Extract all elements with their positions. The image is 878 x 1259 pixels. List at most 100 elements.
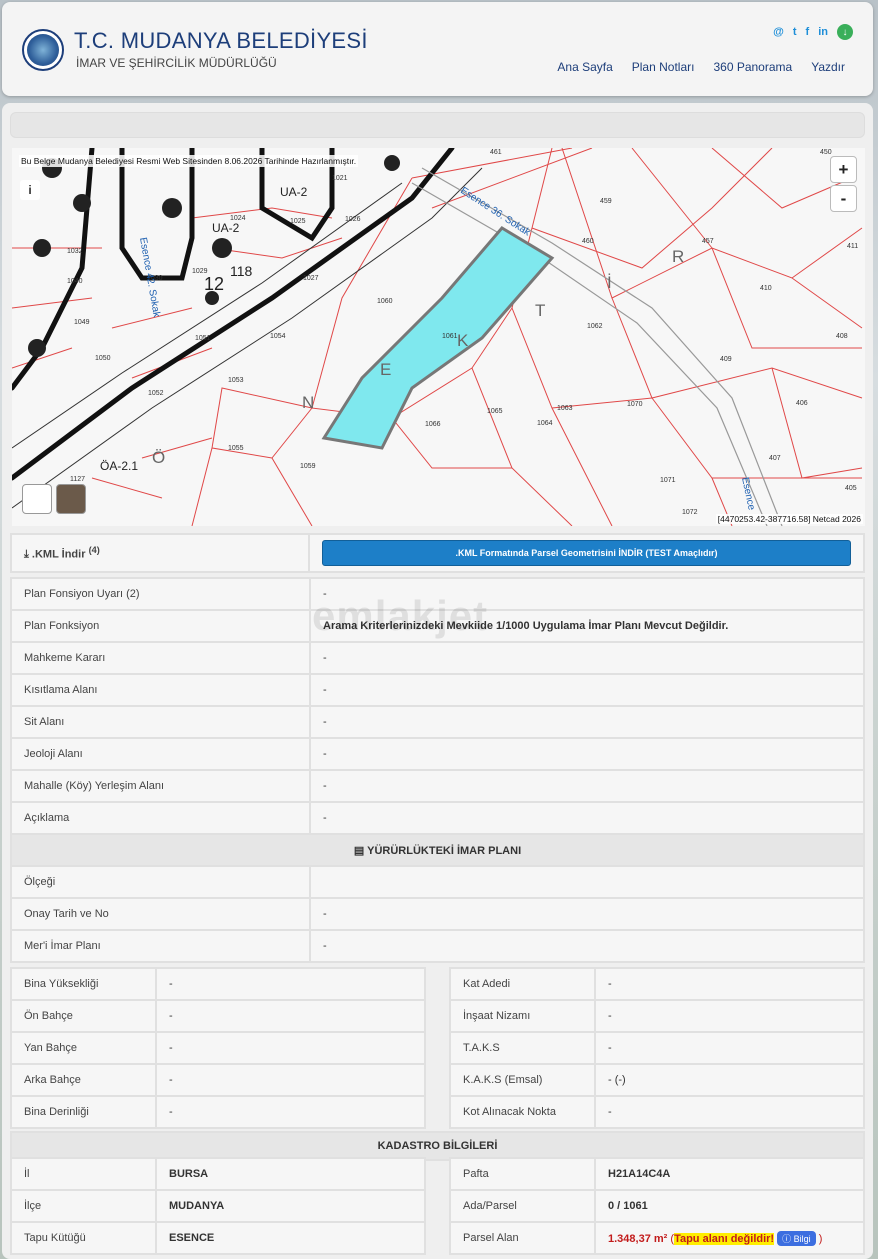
row-label: Pafta: [449, 1157, 596, 1191]
table-row: K.A.K.S (Emsal) - (-): [449, 1063, 865, 1097]
map-label-410: 410: [760, 285, 772, 292]
row-value: H21A14C4A: [594, 1157, 865, 1191]
map-label-409: 409: [720, 356, 732, 363]
row-label: Kısıtlama Alanı: [10, 673, 311, 707]
imar-section-title: YÜRÜRLÜKTEKİ İMAR PLANI: [367, 844, 522, 857]
table-row: Açıklama -: [10, 801, 865, 835]
street-label-esence: Esence: [739, 476, 757, 511]
top-bar: [10, 112, 865, 138]
map-label-1050: 1050: [95, 355, 111, 362]
row-label: Bina Yüksekliği: [10, 967, 157, 1001]
map-label-1127: 1127: [70, 476, 85, 483]
map-label-1054: 1054: [270, 333, 286, 340]
download-icon[interactable]: ↓: [837, 24, 853, 40]
row-label: Ön Bahçe: [10, 999, 157, 1033]
plan-function-value: Arama Kriterlerinizdeki Mevkiide 1/1000 …: [309, 609, 865, 643]
row-label: Kat Adedi: [449, 967, 596, 1001]
map-canvas[interactable]: 461 450 459 460 457 411 410 408 1060 106…: [12, 148, 865, 526]
area-letter-i: İ: [607, 273, 612, 292]
row-value: -: [309, 705, 865, 739]
row-value: -: [155, 1031, 426, 1065]
kadastro-section-row: KADASTRO BİLGİLERİ: [10, 1131, 865, 1161]
table-row: Jeoloji Alanı -: [10, 737, 865, 771]
zoom-in-button[interactable]: +: [830, 156, 857, 183]
map-label-405: 405: [845, 485, 857, 492]
row-value: 0 / 1061: [594, 1189, 865, 1223]
map-label-1064: 1064: [537, 420, 553, 427]
kml-label: .KML İndir: [31, 548, 86, 561]
table-row: Plan Fonksiyon Arama Kriterlerinizdeki Me…: [10, 609, 865, 643]
parcel-area-cell: 1.348,37 m² (Tapu alanı değildir! ⓘ Bilg…: [594, 1221, 865, 1255]
twitter-icon[interactable]: t: [793, 26, 797, 38]
building-table-right: Kat Adedi - İnşaat Nizamı - T.A.K.S - K.A.K…: [449, 967, 865, 1129]
document-note: Bu Belge Mudanya Belediyesi Resmi Web Si…: [19, 155, 359, 167]
site-title[interactable]: T.C. MUDANYA BELEDİYESİ: [74, 28, 368, 54]
bilgi-button[interactable]: ⓘ Bilgi: [777, 1230, 816, 1246]
row-value: MUDANYA: [155, 1189, 426, 1223]
map-label-1021: 1021: [332, 175, 348, 182]
row-value: -: [155, 999, 426, 1033]
kml-download-button[interactable]: .KML Formatında Parsel Geometrisini İNDİ…: [322, 540, 851, 566]
info-icon[interactable]: i: [20, 180, 40, 200]
zoom-out-button[interactable]: -: [830, 185, 857, 212]
table-row: Sit Alanı -: [10, 705, 865, 739]
kadastro-section-title: KADASTRO BİLGİLERİ: [10, 1131, 865, 1161]
zone-label-118: 118: [230, 263, 253, 279]
table-row: Kot Alınacak Nokta -: [449, 1095, 865, 1129]
table-row: Mahkeme Kararı -: [10, 641, 865, 675]
satellite-layer-button[interactable]: [56, 484, 86, 514]
social-links: @ t f in ↓: [773, 24, 853, 40]
row-value: -: [155, 1095, 426, 1129]
parcel-area-value: 1.348,37 m²: [608, 1232, 668, 1245]
row-label: İnşaat Nizamı: [449, 999, 596, 1033]
map-layer-button[interactable]: [22, 484, 52, 514]
map-label-1059: 1059: [300, 463, 316, 470]
paren-close: ): [818, 1232, 823, 1245]
zone-label-12: 12: [204, 274, 224, 294]
nav-yazdir[interactable]: Yazdır: [811, 60, 845, 74]
row-label: Mahalle (Köy) Yerleşim Alanı: [10, 769, 311, 803]
selected-parcel[interactable]: [321, 226, 555, 450]
row-value: BURSA: [155, 1157, 426, 1191]
kadastro-table-left: İl BURSA İlçe MUDANYA Tapu Kütüğü ESENCE: [10, 1157, 426, 1255]
map-label-1053: 1053: [228, 377, 244, 384]
nav-360-panorama[interactable]: 360 Panorama: [713, 60, 792, 74]
row-value: -: [309, 897, 865, 931]
imar-section-row: ▤ YÜRÜRLÜKTEKİ İMAR PLANI: [10, 833, 865, 867]
table-row: Pafta H21A14C4A: [449, 1157, 865, 1191]
area-letter-k: K: [457, 331, 469, 350]
email-icon[interactable]: @: [773, 26, 784, 38]
layer-switcher: [22, 484, 86, 514]
map-label-459: 459: [600, 198, 612, 205]
kml-button-cell: .KML Formatında Parsel Geometrisini İNDİ…: [308, 533, 865, 573]
linkedin-icon[interactable]: in: [818, 26, 828, 38]
map-label-1049: 1049: [74, 319, 90, 326]
table-row: Ön Bahçe -: [10, 999, 426, 1033]
kml-note: (4): [88, 544, 100, 555]
map-label-1061: 1061: [442, 333, 458, 340]
area-letter-r: R: [672, 247, 684, 266]
zoom-controls: + -: [830, 156, 857, 212]
facebook-icon[interactable]: f: [806, 26, 810, 38]
row-label: Plan Fonsiyon Uyarı (2): [10, 577, 311, 611]
map-label-1026: 1026: [345, 216, 361, 223]
site-header: T.C. MUDANYA BELEDİYESİ İMAR VE ŞEHİRCİL…: [2, 2, 873, 96]
map-label-1070: 1070: [627, 401, 643, 408]
building-table-left: Bina Yüksekliği - Ön Bahçe - Yan Bahçe - Ar…: [10, 967, 426, 1129]
table-row: Arka Bahçe -: [10, 1063, 426, 1097]
municipality-logo[interactable]: [22, 29, 64, 71]
zone-label-ua2-a: UA-2: [280, 185, 308, 199]
area-letter-n: N: [302, 393, 314, 412]
map-label-408: 408: [836, 333, 848, 340]
nav-ana-sayfa[interactable]: Ana Sayfa: [557, 60, 612, 74]
row-label: Açıklama: [10, 801, 311, 835]
table-row: Ölçeği: [10, 865, 865, 899]
row-label: Arka Bahçe: [10, 1063, 157, 1097]
parcel-map[interactable]: 461 450 459 460 457 411 410 408 1060 106…: [12, 148, 865, 526]
map-label-1066: 1066: [425, 421, 441, 428]
row-label: Onay Tarih ve No: [10, 897, 311, 931]
map-label-1065: 1065: [487, 408, 503, 415]
nav-plan-notlari[interactable]: Plan Notları: [632, 60, 695, 74]
area-letter-o: Ö: [152, 448, 165, 467]
row-label: Jeoloji Alanı: [10, 737, 311, 771]
